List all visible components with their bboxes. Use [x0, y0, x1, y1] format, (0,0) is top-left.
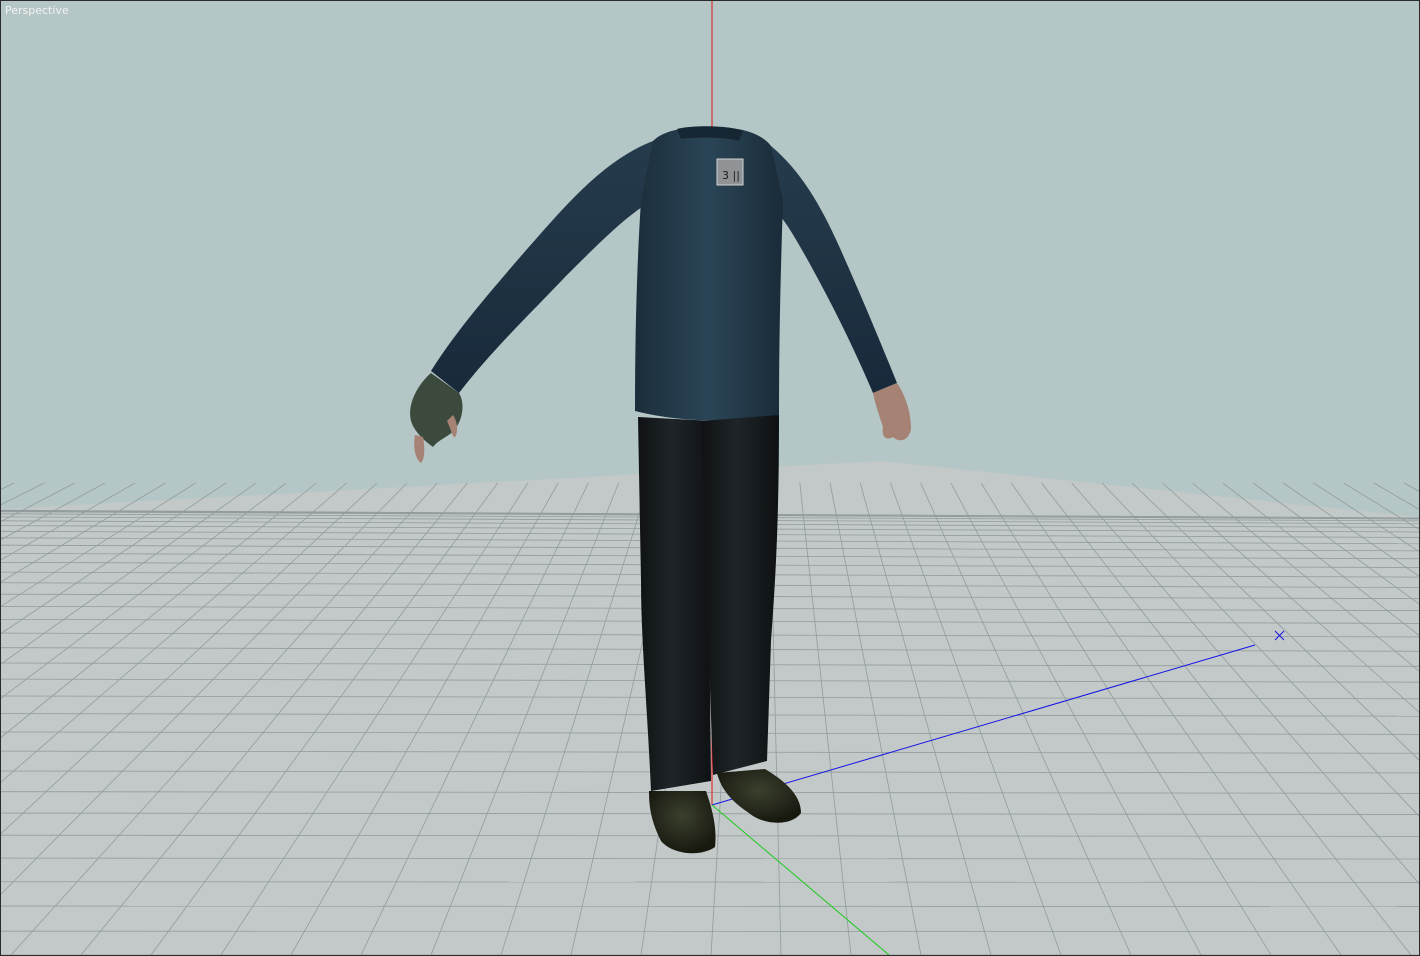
- right-sleeve: [771, 146, 897, 393]
- pants-right-leg: [701, 415, 779, 775]
- shirt-torso: [635, 127, 783, 421]
- left-sleeve: [431, 141, 653, 393]
- chest-badge-text: 3 ||: [722, 169, 740, 182]
- viewport-canvas[interactable]: 3 ||: [1, 1, 1419, 955]
- pants-left-leg: [638, 417, 713, 791]
- viewport-label[interactable]: Perspective: [5, 4, 69, 17]
- perspective-viewport[interactable]: 3 || Perspective: [0, 0, 1420, 956]
- right-hand: [873, 383, 911, 441]
